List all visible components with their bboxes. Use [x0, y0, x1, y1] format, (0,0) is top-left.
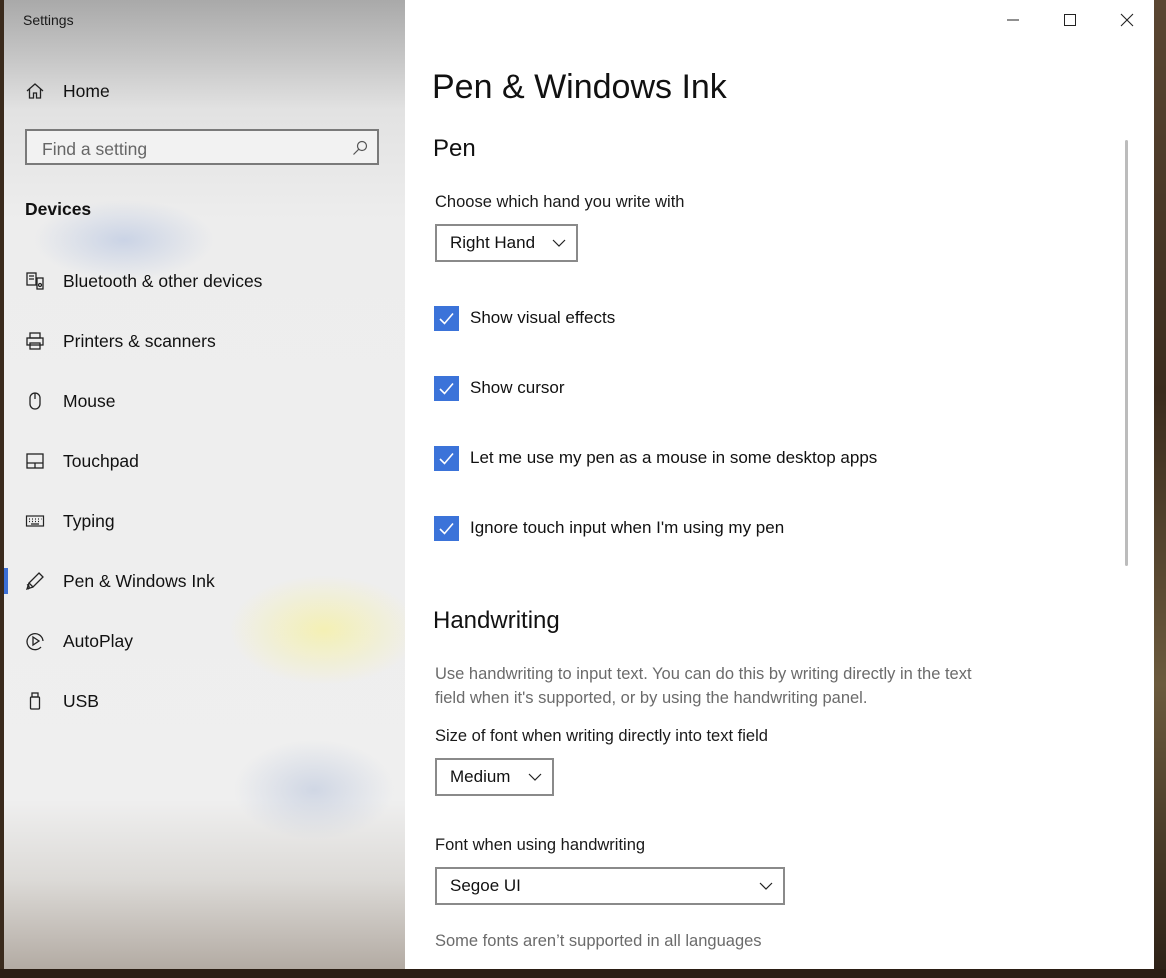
- font-note: Some fonts aren’t supported in all langu…: [435, 932, 762, 950]
- checkmark-icon: [439, 312, 454, 325]
- sidebar-item-typing[interactable]: Typing: [4, 497, 405, 545]
- maximize-icon: [1064, 14, 1076, 26]
- keyboard-icon: [24, 510, 46, 532]
- checkbox-show-visual-effects[interactable]: Show visual effects: [434, 305, 615, 331]
- sidebar-item-touchpad[interactable]: Touchpad: [4, 437, 405, 485]
- font-dropdown-value: Segoe UI: [450, 876, 521, 895]
- pen-heading: Pen: [433, 135, 476, 162]
- checkbox-label: Show visual effects: [470, 308, 616, 327]
- settings-window: Settings Home Devices Blueto: [4, 0, 1154, 969]
- home-icon: [24, 80, 46, 102]
- sidebar-item-label: USB: [63, 690, 99, 711]
- sidebar: Settings Home Devices Blueto: [4, 0, 405, 969]
- main-content: Pen & Windows Ink Pen Choose which hand …: [405, 0, 1154, 969]
- font-dropdown[interactable]: Segoe UI: [435, 867, 785, 905]
- sidebar-item-home[interactable]: Home: [4, 67, 405, 115]
- scrollbar[interactable]: [1125, 140, 1128, 566]
- minimize-button[interactable]: [985, 0, 1041, 40]
- checkbox[interactable]: [434, 515, 459, 541]
- search-box[interactable]: [25, 129, 379, 165]
- chevron-down-icon: [552, 239, 566, 247]
- checkbox[interactable]: [434, 445, 459, 471]
- sidebar-item-label: Pen & Windows Ink: [63, 570, 215, 591]
- checkbox-ignore-touch[interactable]: Ignore touch input when I'm using my pen: [434, 515, 784, 541]
- close-icon: [1120, 13, 1134, 27]
- sidebar-item-usb[interactable]: USB: [4, 677, 405, 725]
- handwriting-heading: Handwriting: [433, 607, 560, 634]
- sidebar-item-label: Printers & scanners: [63, 330, 216, 351]
- hand-dropdown-value: Right Hand: [450, 233, 536, 252]
- checkbox-label: Ignore touch input when I'm using my pen: [470, 518, 785, 537]
- sidebar-item-label: Typing: [63, 510, 115, 531]
- hand-label: Choose which hand you write with: [435, 193, 685, 211]
- checkmark-icon: [439, 452, 454, 465]
- sidebar-item-label: Home: [63, 80, 110, 101]
- checkmark-icon: [439, 522, 454, 535]
- close-button[interactable]: [1099, 0, 1154, 40]
- minimize-icon: [1007, 19, 1019, 21]
- mouse-icon: [24, 390, 46, 412]
- search-icon[interactable]: [352, 140, 368, 156]
- checkbox-label: Show cursor: [470, 378, 565, 397]
- maximize-button[interactable]: [1042, 0, 1098, 40]
- checkbox-show-cursor[interactable]: Show cursor: [434, 375, 564, 401]
- chevron-down-icon: [759, 882, 773, 890]
- hand-dropdown[interactable]: Right Hand: [435, 224, 578, 262]
- font-size-dropdown-value: Medium: [450, 767, 511, 786]
- pen-icon: [24, 570, 46, 592]
- checkbox[interactable]: [434, 375, 459, 401]
- touchpad-icon: [24, 450, 46, 472]
- taskbar-edge: [0, 969, 1166, 978]
- search-input[interactable]: [40, 137, 344, 161]
- font-size-dropdown[interactable]: Medium: [435, 758, 554, 796]
- sidebar-item-label: Mouse: [63, 390, 116, 411]
- sidebar-item-autoplay[interactable]: AutoPlay: [4, 617, 405, 665]
- app-title: Settings: [23, 12, 74, 28]
- font-size-label: Size of font when writing directly into …: [435, 727, 768, 745]
- sidebar-item-mouse[interactable]: Mouse: [4, 377, 405, 425]
- checkbox-pen-as-mouse[interactable]: Let me use my pen as a mouse in some des…: [434, 445, 877, 471]
- sidebar-item-label: Bluetooth & other devices: [63, 270, 263, 291]
- chevron-down-icon: [528, 773, 542, 781]
- sidebar-item-label: Touchpad: [63, 450, 139, 471]
- sidebar-item-printers[interactable]: Printers & scanners: [4, 317, 405, 365]
- bluetooth-devices-icon: [24, 270, 46, 292]
- checkmark-icon: [439, 382, 454, 395]
- checkbox-label: Let me use my pen as a mouse in some des…: [470, 448, 878, 467]
- usb-icon: [24, 690, 46, 712]
- sidebar-item-pen-windows-ink[interactable]: Pen & Windows Ink: [4, 557, 405, 605]
- desktop-background: [1154, 0, 1166, 978]
- sidebar-item-label: AutoPlay: [63, 630, 134, 651]
- section-label: Devices: [25, 199, 92, 219]
- autoplay-icon: [24, 630, 46, 652]
- checkbox[interactable]: [434, 305, 459, 331]
- printer-icon: [24, 330, 46, 352]
- font-label: Font when using handwriting: [435, 836, 646, 854]
- sidebar-item-bluetooth[interactable]: Bluetooth & other devices: [4, 257, 405, 305]
- handwriting-description: Use handwriting to input text. You can d…: [435, 665, 972, 707]
- page-title: Pen & Windows Ink: [432, 68, 727, 106]
